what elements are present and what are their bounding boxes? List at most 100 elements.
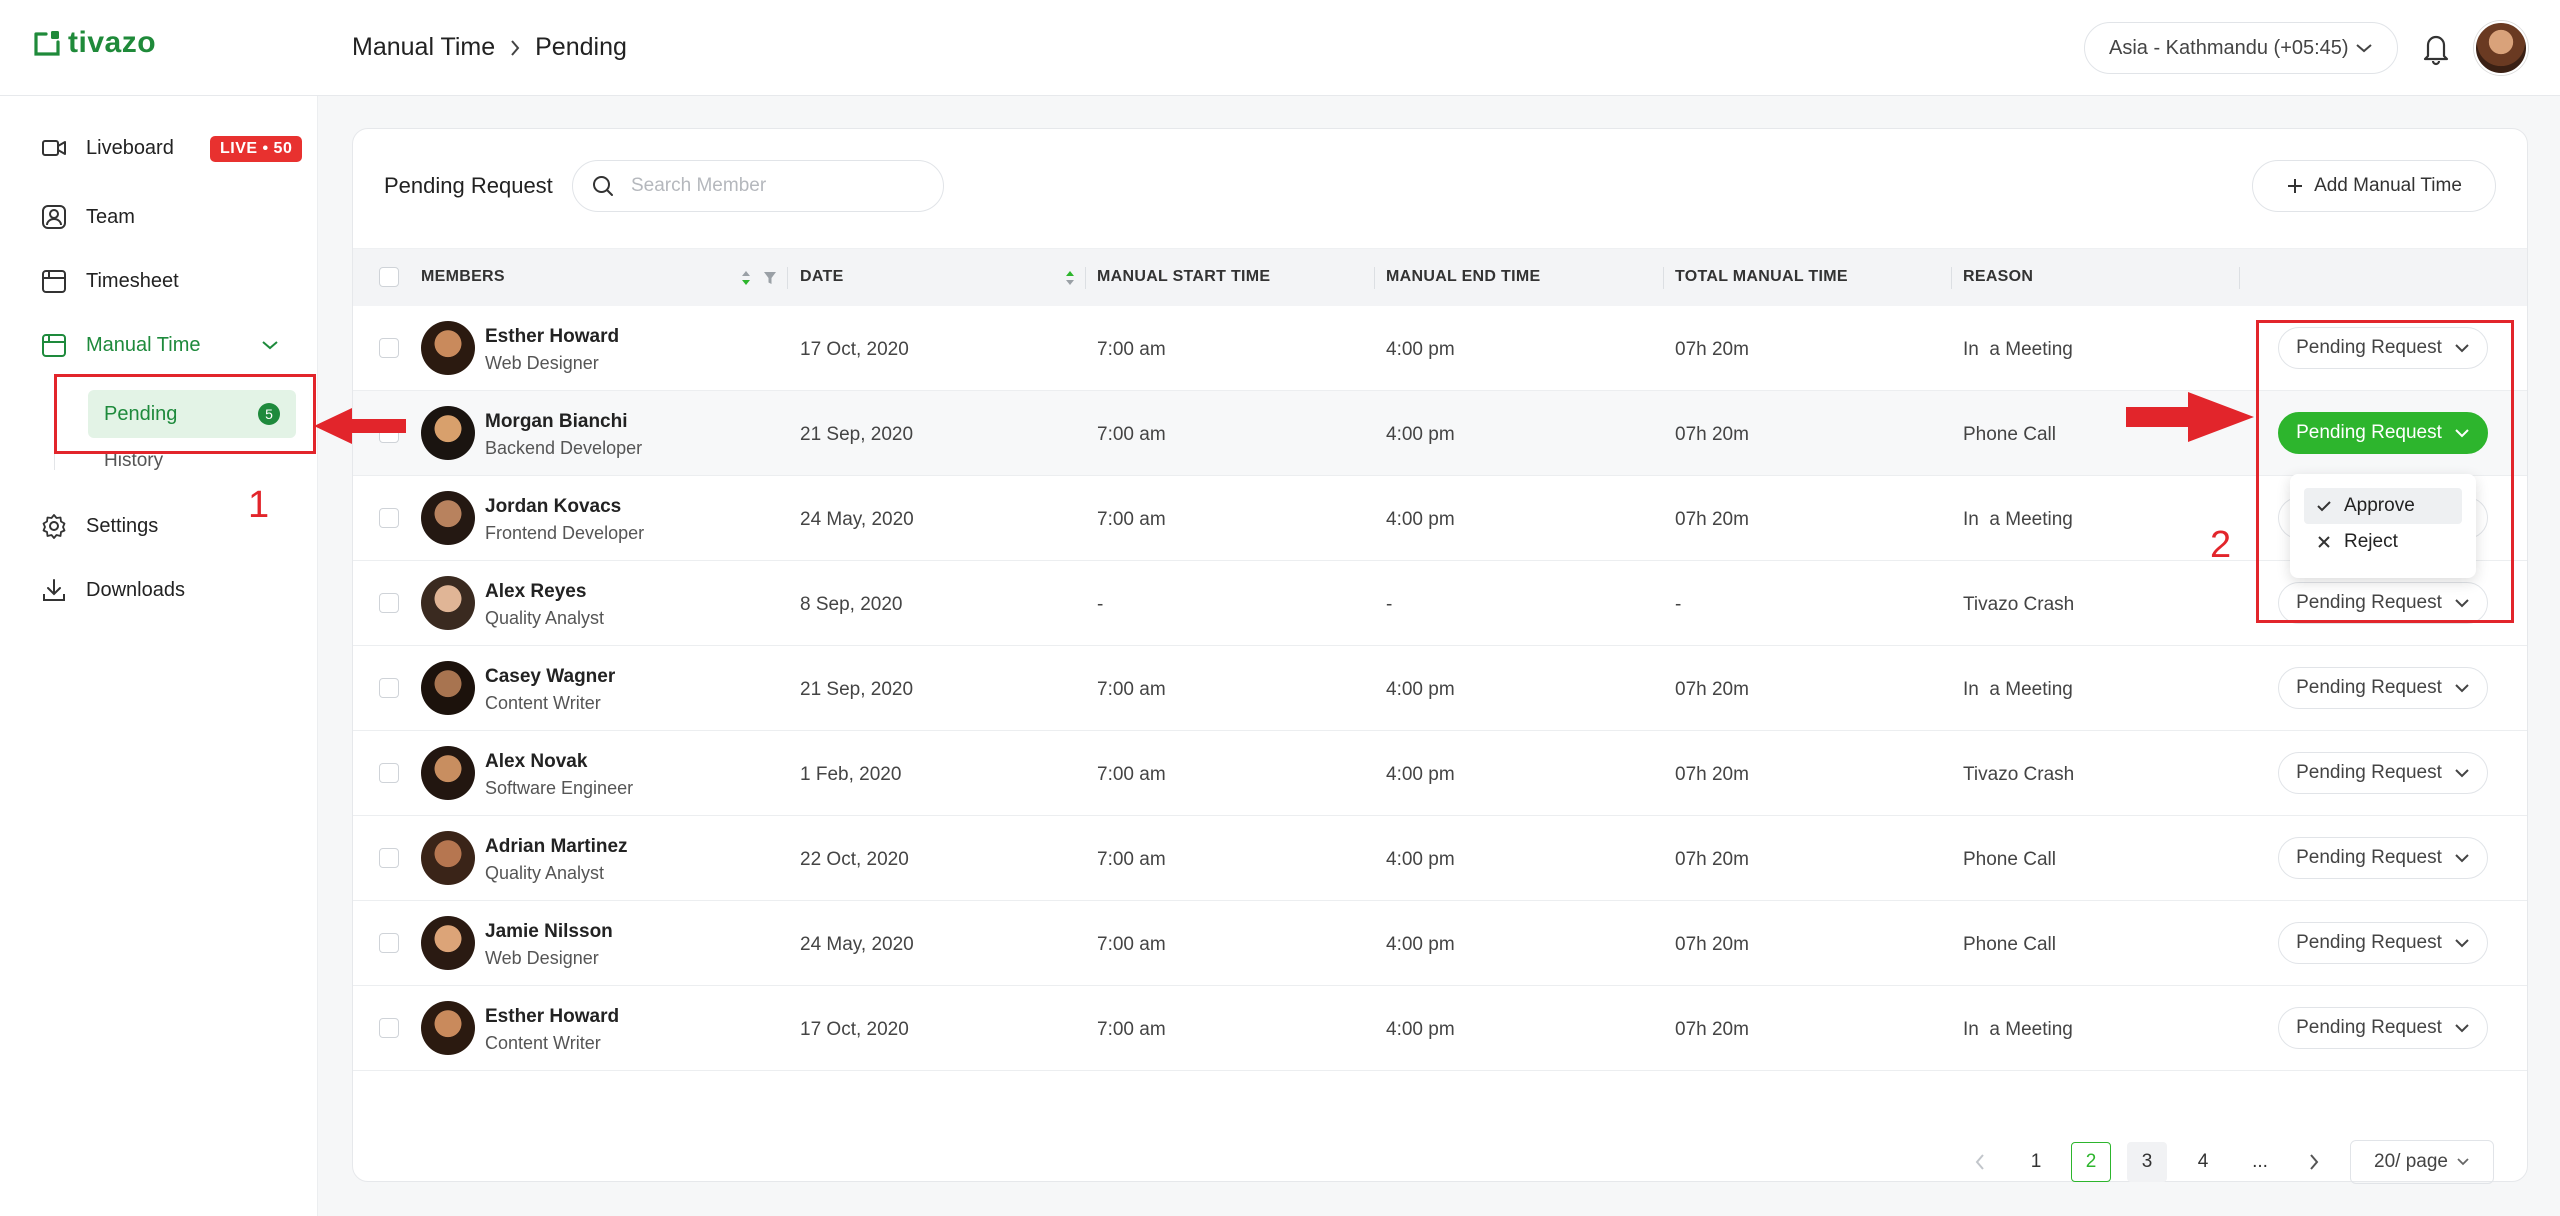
sidebar-item-label: Team (86, 205, 135, 228)
member-name: Jamie Nilsson (485, 921, 613, 942)
row-checkbox[interactable] (379, 338, 399, 358)
bell-icon[interactable] (2420, 30, 2452, 66)
total-time-cell: 07h 20m (1675, 849, 1749, 870)
table-row[interactable]: Alex Novak Software Engineer 1 Feb, 2020 7:… (353, 731, 2527, 816)
status-dropdown-button[interactable]: Pending Request (2278, 752, 2488, 794)
column-divider (1663, 267, 1664, 289)
date-cell: 24 May, 2020 (800, 934, 914, 955)
sort-icon[interactable] (1065, 269, 1075, 287)
annotation-label-1: 1 (248, 484, 270, 526)
table-row[interactable]: Casey Wagner Content Writer 21 Sep, 2020 7:… (353, 646, 2527, 731)
filter-icon[interactable] (763, 270, 777, 286)
end-time-cell: 4:00 pm (1386, 424, 1455, 445)
start-time-cell: 7:00 am (1097, 1019, 1166, 1040)
breadcrumb: Manual Time Pending (352, 33, 627, 62)
reason-cell: Phone Call (1963, 934, 2056, 955)
page-4[interactable]: 4 (2183, 1142, 2223, 1182)
column-header-members[interactable]: MEMBERS (421, 268, 505, 286)
add-manual-time-button[interactable]: Add Manual Time (2252, 160, 2496, 212)
row-checkbox[interactable] (379, 593, 399, 613)
page-ellipsis[interactable]: ... (2240, 1142, 2280, 1182)
sidebar-item-label: Settings (86, 514, 159, 537)
date-cell: 17 Oct, 2020 (800, 1019, 909, 1040)
row-checkbox[interactable] (379, 678, 399, 698)
live-count-badge: LIVE • 50 (210, 136, 303, 162)
page-1[interactable]: 1 (2016, 1142, 2056, 1182)
chevron-down-icon (2455, 684, 2469, 693)
avatar (421, 916, 475, 970)
sidebar-item-settings[interactable]: Settings (40, 512, 158, 540)
row-checkbox[interactable] (379, 763, 399, 783)
column-header-reason: REASON (1963, 268, 2034, 285)
sidebar-item-manual-time[interactable]: Manual Time (40, 331, 279, 359)
start-time-cell: 7:00 am (1097, 509, 1166, 530)
column-divider (2239, 267, 2240, 289)
table-row[interactable]: Jamie Nilsson Web Designer 24 May, 2020 7:0… (353, 901, 2527, 986)
sidebar-item-team[interactable]: Team (40, 203, 135, 231)
start-time-cell: 7:00 am (1097, 764, 1166, 785)
total-time-cell: 07h 20m (1675, 339, 1749, 360)
search-icon (593, 176, 613, 196)
sidebar-item-downloads[interactable]: Downloads (40, 576, 185, 604)
end-time-cell: 4:00 pm (1386, 339, 1455, 360)
chevron-down-icon (2455, 769, 2469, 778)
chevron-down-icon (2455, 939, 2469, 948)
table-row[interactable]: Esther Howard Content Writer 17 Oct, 2020 7… (353, 986, 2527, 1071)
status-dropdown-button[interactable]: Pending Request (2278, 1007, 2488, 1049)
status-label: Pending Request (2296, 932, 2442, 953)
sidebar-item-liveboard[interactable]: Liveboard (40, 134, 174, 162)
status-label: Pending Request (2296, 847, 2442, 868)
sidebar-item-label: Manual Time (86, 333, 201, 356)
per-page-select[interactable]: 20/ page (2350, 1140, 2494, 1184)
next-page-icon[interactable] (2308, 1152, 2320, 1172)
date-cell: 1 Feb, 2020 (800, 764, 902, 785)
search-input[interactable] (629, 174, 929, 198)
prev-page-icon[interactable] (1974, 1152, 1986, 1172)
avatar (421, 321, 475, 375)
chevron-down-icon[interactable] (261, 339, 279, 351)
avatar (421, 661, 475, 715)
select-all-checkbox[interactable] (379, 267, 399, 287)
row-checkbox[interactable] (379, 508, 399, 528)
member-role: Web Designer (485, 948, 599, 968)
page-2[interactable]: 2 (2071, 1142, 2111, 1182)
breadcrumb-pending: Pending (535, 33, 627, 61)
member-name: Esther Howard (485, 326, 620, 347)
page-3[interactable]: 3 (2127, 1142, 2167, 1182)
sort-icon[interactable] (741, 269, 751, 287)
member-name: Alex Novak (485, 751, 588, 772)
row-checkbox[interactable] (379, 848, 399, 868)
search-box[interactable] (572, 160, 944, 212)
table-row[interactable]: Esther Howard Web Designer 17 Oct, 2020 7:0… (353, 306, 2527, 391)
date-cell: 24 May, 2020 (800, 509, 914, 530)
logo[interactable]: tivazo (32, 26, 156, 60)
end-time-cell: 4:00 pm (1386, 934, 1455, 955)
annotation-arrow-left-icon (314, 408, 406, 444)
start-time-cell: 7:00 am (1097, 339, 1166, 360)
row-checkbox[interactable] (379, 933, 399, 953)
timezone-select[interactable]: Asia - Kathmandu (+05:45) (2084, 22, 2398, 74)
end-time-cell: 4:00 pm (1386, 509, 1455, 530)
status-dropdown-button[interactable]: Pending Request (2278, 837, 2488, 879)
timesheet-icon (42, 270, 66, 293)
chevron-down-icon (2356, 44, 2372, 53)
download-icon (43, 579, 65, 601)
status-dropdown-button[interactable]: Pending Request (2278, 667, 2488, 709)
column-divider (1374, 267, 1375, 289)
annotation-label-2: 2 (2210, 524, 2232, 566)
column-header-date[interactable]: DATE (800, 268, 844, 286)
breadcrumb-manual-time[interactable]: Manual Time (352, 33, 495, 62)
table-row[interactable]: Jordan Kovacs Frontend Developer 24 May, 2… (353, 476, 2527, 561)
user-avatar[interactable] (2474, 21, 2528, 75)
table-row[interactable]: Adrian Martinez Quality Analyst 22 Oct, 20… (353, 816, 2527, 901)
reason-cell: Tivazo Crash (1963, 594, 2075, 615)
table-row[interactable]: Alex Reyes Quality Analyst 8 Sep, 2020 - - - T… (353, 561, 2527, 646)
row-checkbox[interactable] (379, 1018, 399, 1038)
sidebar-item-timesheet[interactable]: Timesheet (40, 267, 179, 295)
status-dropdown-button[interactable]: Pending Request (2278, 922, 2488, 964)
sidebar-item-label: Liveboard (86, 136, 174, 159)
brand-name: tivazo (68, 26, 157, 59)
total-time-cell: 07h 20m (1675, 1019, 1749, 1040)
column-header-end: MANUAL END TIME (1386, 268, 1541, 285)
column-divider (1085, 267, 1086, 289)
